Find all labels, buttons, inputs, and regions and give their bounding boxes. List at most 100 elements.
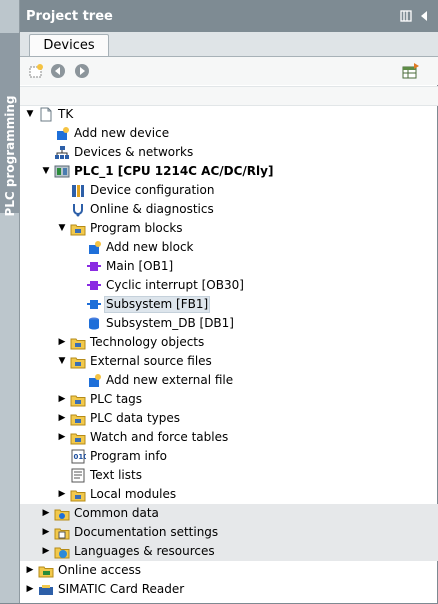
tab-bar: Devices xyxy=(20,32,438,57)
documentation-icon xyxy=(54,525,70,540)
collapsed-arrow-icon[interactable]: ▶ xyxy=(40,526,52,538)
sidebar-tab-label: PLC programming xyxy=(3,95,17,217)
diagnostics-icon xyxy=(70,202,86,217)
collapse-panel-icon[interactable] xyxy=(419,10,429,25)
tree-item[interactable]: ▶ Watch and force tables xyxy=(20,428,438,447)
tree-item[interactable]: Devices & networks xyxy=(20,143,438,162)
tree-item-label: Watch and force tables xyxy=(90,430,229,444)
tree-item[interactable]: ▼ External source files xyxy=(20,352,438,371)
common-data-icon xyxy=(54,506,70,521)
tree-item-label: Local modules xyxy=(90,487,177,501)
panel-header: Project tree xyxy=(20,0,438,32)
tree-item-label: Device configuration xyxy=(90,183,215,197)
online-access-icon xyxy=(38,563,54,578)
tree-item[interactable]: Add new device xyxy=(20,124,438,143)
tree-item-label: PLC_1 [CPU 1214C AC/DC/Rly] xyxy=(74,164,274,178)
add-device-icon xyxy=(54,126,70,141)
tree-item[interactable]: ▶ Common data xyxy=(20,504,438,523)
new-element-icon[interactable] xyxy=(28,63,44,79)
tree-item[interactable]: ▶ Local modules xyxy=(20,485,438,504)
tree-item-label: Technology objects xyxy=(90,335,205,349)
folder-icon xyxy=(70,411,86,426)
tree-item-label: TK xyxy=(58,107,74,121)
tree-item[interactable]: Device configuration xyxy=(20,181,438,200)
tree-item[interactable]: ▼ PLC_1 [CPU 1214C AC/DC/Rly] xyxy=(20,162,438,181)
tree-item-label: Text lists xyxy=(90,468,142,482)
tree-item-label: Add new block xyxy=(106,240,194,254)
collapsed-arrow-icon[interactable]: ▶ xyxy=(56,412,68,424)
fb-block-icon xyxy=(86,297,102,312)
collapsed-arrow-icon[interactable]: ▶ xyxy=(56,488,68,500)
table-overview-icon[interactable] xyxy=(402,63,419,79)
tree-item-label: Online access xyxy=(58,563,141,577)
tree-item-label: PLC tags xyxy=(90,392,143,406)
tree-item[interactable]: ▶ Documentation settings xyxy=(20,523,438,542)
tree-item[interactable]: Online & diagnostics xyxy=(20,200,438,219)
ob-block-icon xyxy=(86,278,102,293)
collapsed-arrow-icon[interactable]: ▶ xyxy=(56,336,68,348)
tree-item[interactable]: ▶ PLC tags xyxy=(20,390,438,409)
tree-item[interactable]: Add new external file xyxy=(20,371,438,390)
add-file-icon xyxy=(86,373,102,388)
tree-item[interactable]: ▼ Program blocks xyxy=(20,219,438,238)
tree-item[interactable]: Text lists xyxy=(20,466,438,485)
tree-item-label: Common data xyxy=(74,506,159,520)
tree-item[interactable]: 010 Program info xyxy=(20,447,438,466)
folder-icon xyxy=(70,487,86,502)
project-tree: ▼ TK Add new device Devices & networks ▼ PLC_… xyxy=(20,105,438,599)
add-block-icon xyxy=(86,240,102,255)
folder-icon xyxy=(70,335,86,350)
tree-item-label: Add new external file xyxy=(106,373,234,387)
back-icon[interactable] xyxy=(50,63,66,79)
collapsed-arrow-icon[interactable]: ▶ xyxy=(40,507,52,519)
tree-item[interactable]: ▶ SIMATIC Card Reader xyxy=(20,580,438,599)
tree-item[interactable]: ▼ TK xyxy=(20,105,438,124)
collapsed-arrow-icon[interactable]: ▶ xyxy=(24,564,36,576)
toolbar xyxy=(20,57,438,85)
tab-devices[interactable]: Devices xyxy=(29,34,109,56)
tree-item[interactable]: Subsystem [FB1] xyxy=(20,295,438,314)
tree-item-label: SIMATIC Card Reader xyxy=(58,582,185,596)
db-block-icon xyxy=(86,316,102,331)
expanded-arrow-icon[interactable]: ▼ xyxy=(56,355,68,367)
tree-item-label: Cyclic interrupt [OB30] xyxy=(106,278,244,292)
tree-item-label: PLC data types xyxy=(90,411,181,425)
collapsed-arrow-icon[interactable]: ▶ xyxy=(40,545,52,557)
tree-item[interactable]: ▶ Technology objects xyxy=(20,333,438,352)
header-spacer xyxy=(20,86,438,106)
collapsed-arrow-icon[interactable]: ▶ xyxy=(24,583,36,595)
collapsed-arrow-icon[interactable]: ▶ xyxy=(56,393,68,405)
tree-item[interactable]: ▶ Online access xyxy=(20,561,438,580)
languages-icon xyxy=(54,544,70,559)
forward-icon[interactable] xyxy=(74,63,90,79)
tree-item[interactable]: ▶ Languages & resources xyxy=(20,542,438,561)
tree-item[interactable]: Cyclic interrupt [OB30] xyxy=(20,276,438,295)
tree-item-label: Main [OB1] xyxy=(106,259,174,273)
svg-text:010: 010 xyxy=(74,453,87,461)
tree-item-label: Subsystem [FB1] xyxy=(103,296,211,313)
expanded-arrow-icon[interactable]: ▼ xyxy=(40,165,52,177)
panel-title: Project tree xyxy=(26,9,113,24)
expanded-arrow-icon[interactable]: ▼ xyxy=(56,222,68,234)
collapsed-arrow-icon[interactable]: ▶ xyxy=(56,431,68,443)
card-reader-icon xyxy=(38,582,54,597)
tree-item-label: Documentation settings xyxy=(74,525,219,539)
tree-item[interactable]: Add new block xyxy=(20,238,438,257)
tree-item-label: Online & diagnostics xyxy=(90,202,214,216)
dock-icon[interactable] xyxy=(400,10,412,25)
tree-item-label: Program blocks xyxy=(90,221,183,235)
tree-item-label: External source files xyxy=(90,354,212,368)
tree-item[interactable]: ▶ PLC data types xyxy=(20,409,438,428)
tree-item-label: Program info xyxy=(90,449,167,463)
sidebar-tab-plc-programming[interactable]: PLC programming xyxy=(0,33,19,217)
document-icon xyxy=(38,107,54,122)
tree-item[interactable]: Subsystem_DB [DB1] xyxy=(20,314,438,333)
tree-item-label: Add new device xyxy=(74,126,170,140)
ob-block-icon xyxy=(86,259,102,274)
tree-item[interactable]: Main [OB1] xyxy=(20,257,438,276)
network-icon xyxy=(54,145,70,160)
text-list-icon xyxy=(70,468,86,483)
device-config-icon xyxy=(70,183,86,198)
expanded-arrow-icon[interactable]: ▼ xyxy=(24,108,36,120)
folder-icon xyxy=(70,392,86,407)
